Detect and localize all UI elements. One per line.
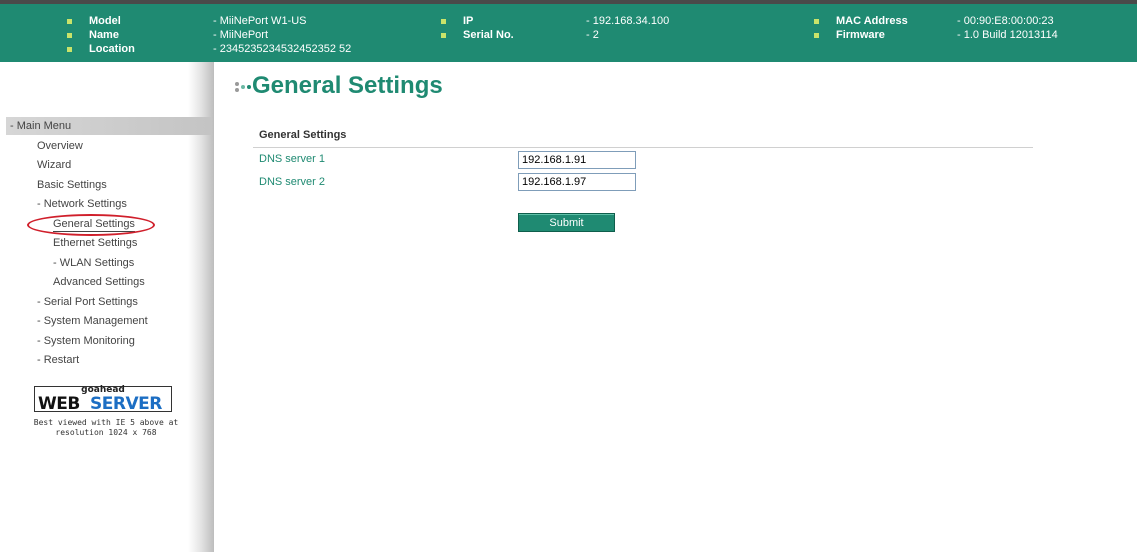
menu-item-overview[interactable]: Overview [37, 139, 83, 153]
ip-value: - 192.168.34.100 [586, 15, 670, 27]
menu-item-ethernet-settings[interactable]: Ethernet Settings [53, 236, 137, 250]
submit-button[interactable]: Submit [518, 213, 615, 232]
location-label: Location [89, 43, 135, 55]
device-info-header: Model - MiiNePort W1-US Name - MiiNePort… [0, 0, 1137, 62]
menu-item-serial-port-settings[interactable]: - Serial Port Settings [37, 295, 138, 309]
dns-server-2-label: DNS server 2 [259, 176, 326, 188]
page-title: General Settings [252, 72, 443, 99]
best-viewed-line-2: resolution 1024 x 768 [55, 428, 157, 437]
name-label: Name [89, 29, 119, 41]
menu-item-wlan-settings[interactable]: - WLAN Settings [53, 256, 134, 270]
mac-address-value: - 00:90:E8:00:00:23 [957, 15, 1054, 27]
name-value: - MiiNePort [213, 29, 269, 41]
bullet-icon [441, 33, 446, 38]
ip-label: IP [463, 15, 474, 27]
model-label: Model [89, 15, 121, 27]
bullet-icon [441, 19, 446, 24]
logo-server-text: SERVER [90, 394, 162, 414]
menu-item-advanced-settings[interactable]: Advanced Settings [53, 275, 145, 289]
model-value: - MiiNePort W1-US [213, 15, 307, 27]
menu-item-system-management[interactable]: - System Management [37, 314, 148, 328]
bullet-icon [67, 33, 72, 38]
menu-item-wizard[interactable]: Wizard [37, 158, 71, 172]
location-value: - 2345235234532452352 52 [213, 43, 352, 55]
dns-server-1-label: DNS server 1 [259, 153, 326, 165]
bullet-icon [814, 33, 819, 38]
logo-web-text: WEB [38, 394, 80, 414]
bullet-icon [67, 19, 72, 24]
section-title: General Settings [259, 129, 347, 141]
highlight-circle [27, 214, 155, 236]
firmware-value: - 1.0 Build 12013114 [957, 29, 1058, 41]
dns-server-1-input[interactable] [518, 151, 636, 169]
dns-server-2-input[interactable] [518, 173, 636, 191]
section-divider [253, 147, 1033, 148]
bullet-icon [814, 19, 819, 24]
title-dots-icon [235, 82, 251, 92]
best-viewed-line-1: Best viewed with IE 5 above at [33, 418, 179, 427]
serial-no-label: Serial No. [463, 29, 514, 41]
menu-item-network-settings[interactable]: - Network Settings [37, 197, 127, 211]
menu-item-basic-settings[interactable]: Basic Settings [37, 178, 107, 192]
serial-no-value: - 2 [586, 29, 599, 41]
menu-item-restart[interactable]: - Restart [37, 353, 79, 367]
goahead-webserver-logo[interactable]: goahead WEB SERVER [34, 385, 172, 414]
menu-item-system-monitoring[interactable]: - System Monitoring [37, 334, 135, 348]
mac-address-label: MAC Address [836, 15, 908, 27]
main-menu-header[interactable]: - Main Menu [6, 117, 212, 135]
sidebar: - Main Menu Overview Wizard Basic Settin… [0, 62, 214, 552]
best-viewed-note: Best viewed with IE 5 above at resolutio… [2, 418, 210, 438]
bullet-icon [67, 47, 72, 52]
firmware-label: Firmware [836, 29, 885, 41]
